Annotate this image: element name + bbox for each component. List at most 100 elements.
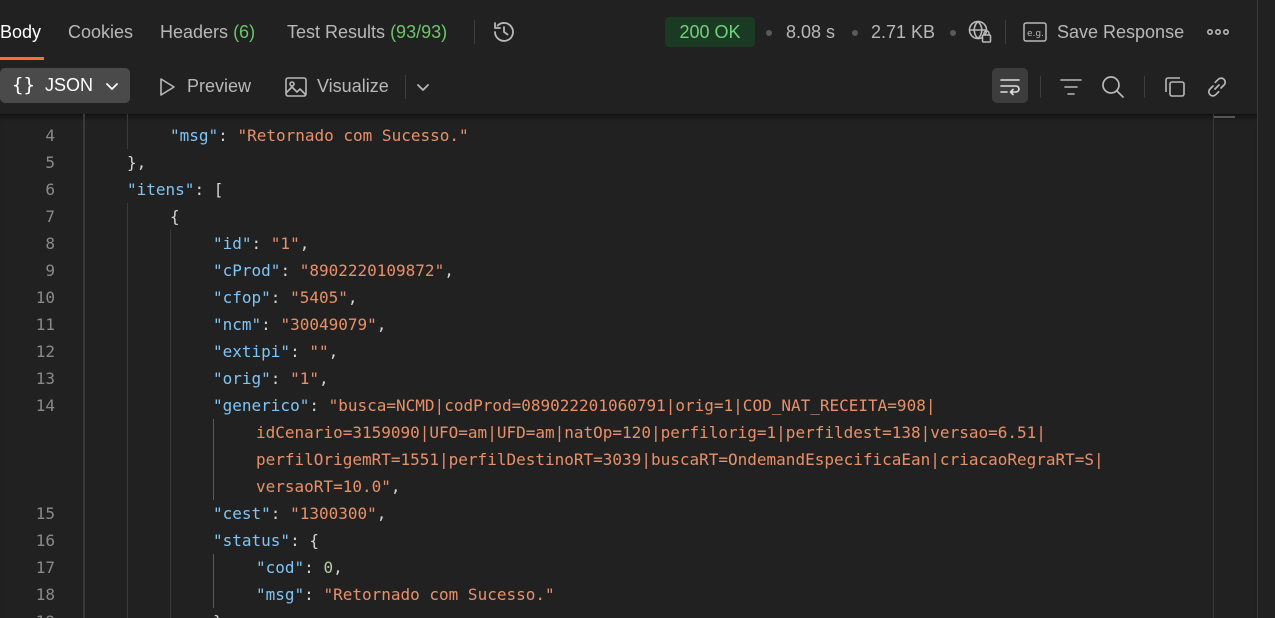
play-icon xyxy=(157,76,177,103)
scrollbar-track[interactable] xyxy=(1213,114,1214,618)
json-punctuation: : xyxy=(304,585,324,604)
preview-button[interactable]: Preview xyxy=(155,62,265,112)
line-number: 5 xyxy=(45,153,55,172)
svg-text:e.g.: e.g. xyxy=(1027,29,1044,39)
indent-guide xyxy=(84,114,85,618)
indent-guide xyxy=(127,203,128,618)
json-punctuation: : xyxy=(280,261,300,280)
line-number: 19 xyxy=(0,608,55,618)
tab-test-results-count: (93/93) xyxy=(390,22,448,42)
image-icon xyxy=(284,75,308,104)
json-punctuation: : xyxy=(309,396,329,415)
line-number: 13 xyxy=(35,369,55,388)
globe-lock-icon[interactable] xyxy=(967,19,993,50)
divider xyxy=(405,75,406,99)
preview-label: Preview xyxy=(187,76,252,96)
copy-icon[interactable] xyxy=(1162,74,1188,105)
history-icon[interactable] xyxy=(491,19,517,50)
response-time[interactable]: 8.08 s xyxy=(786,20,835,44)
json-key: "msg" xyxy=(170,126,219,145)
save-response-button[interactable]: e.g. Save Response xyxy=(1023,18,1193,46)
json-string: "" xyxy=(309,342,329,361)
code-line: }, xyxy=(213,608,232,618)
search-icon[interactable] xyxy=(1100,74,1126,105)
json-punctuation: , xyxy=(390,477,401,496)
code-line: { xyxy=(170,203,180,230)
code-line: "cod": 0, xyxy=(256,554,343,581)
code-line: "msg": "Retornado com Sucesso." xyxy=(256,581,555,608)
code-line: "orig": "1", xyxy=(213,365,329,392)
wrap-lines-button[interactable] xyxy=(992,68,1028,103)
separator-dot xyxy=(950,30,956,36)
wrap-lines-icon xyxy=(998,74,1022,103)
filter-icon[interactable] xyxy=(1058,74,1084,105)
json-key: "msg" xyxy=(256,585,305,604)
json-key: "status" xyxy=(213,531,291,550)
json-punctuation: , xyxy=(376,504,387,523)
code-line: "cfop": "5405", xyxy=(213,284,358,311)
format-label: JSON xyxy=(45,75,94,95)
code-line: "generico": "busca=NCMD|codProd=08902220… xyxy=(213,392,935,419)
more-horizontal-icon[interactable] xyxy=(1206,20,1230,49)
scrollbar-thumb[interactable] xyxy=(1214,116,1235,118)
tab-headers[interactable]: Headers (6) xyxy=(160,20,255,44)
json-punctuation: : xyxy=(290,342,310,361)
side-panel-edge xyxy=(1257,0,1275,618)
tab-body[interactable]: Body xyxy=(0,20,41,44)
json-punctuation: , xyxy=(376,315,387,334)
save-response-label: Save Response xyxy=(1057,22,1185,42)
json-key: "cfop" xyxy=(213,288,271,307)
json-string: "Retornado com Sucesso." xyxy=(237,126,469,145)
json-punctuation: : [ xyxy=(194,180,224,199)
response-tab-bar: Body Cookies Headers (6) Test Results (9… xyxy=(0,0,1257,62)
json-string: perfilOrigemRT=1551|perfilDestinoRT=3039… xyxy=(256,450,1104,469)
code-line: "itens": [ xyxy=(127,176,223,203)
json-key: "extipi" xyxy=(213,342,291,361)
tab-headers-count: (6) xyxy=(233,22,256,42)
json-punctuation: : xyxy=(270,504,291,523)
json-response-viewer[interactable]: 4 "msg": "Retornado com Sucesso." 5}, 6 "ite… xyxy=(0,114,1257,618)
json-punctuation: : xyxy=(270,369,291,388)
json-key: "cProd" xyxy=(213,261,281,280)
line-number: 10 xyxy=(35,288,55,307)
tab-cookies[interactable]: Cookies xyxy=(68,20,133,44)
code-line: "ncm": "30049079", xyxy=(213,311,386,338)
link-icon[interactable] xyxy=(1204,74,1230,105)
line-number: 15 xyxy=(35,504,55,523)
json-key: "cest" xyxy=(213,504,271,523)
indent-guide xyxy=(127,114,128,149)
json-key: "id" xyxy=(213,234,252,253)
tab-cookies-label: Cookies xyxy=(68,22,134,42)
divider xyxy=(1144,76,1145,98)
json-key: "cod" xyxy=(256,558,305,577)
response-size[interactable]: 2.71 KB xyxy=(871,20,935,44)
divider xyxy=(1005,20,1006,44)
code-line: "status": { xyxy=(213,527,319,554)
json-string: idCenario=3159090|UFO=am|UFD=am|natOp=12… xyxy=(256,423,1046,442)
visualize-label: Visualize xyxy=(317,76,389,96)
code-line: "cProd": "8902220109872", xyxy=(213,257,454,284)
code-line: versaoRT=10.0", xyxy=(256,473,401,500)
format-dropdown[interactable]: {} JSON xyxy=(0,68,130,103)
tab-test-results-label: Test Results xyxy=(287,22,386,42)
divider xyxy=(474,20,475,44)
code-line: perfilOrigemRT=1551|perfilDestinoRT=3039… xyxy=(256,446,1104,473)
code-line: "msg": "Retornado com Sucesso." xyxy=(170,122,469,149)
status-badge[interactable]: 200 OK xyxy=(665,17,755,47)
json-punctuation: , xyxy=(347,288,358,307)
code-line: }, xyxy=(127,149,146,176)
line-number: 8 xyxy=(45,234,55,253)
json-punctuation: , xyxy=(328,342,339,361)
json-string: "8902220109872" xyxy=(299,261,445,280)
chevron-down-icon[interactable] xyxy=(414,78,432,101)
tab-headers-label: Headers xyxy=(160,22,229,42)
line-number: 9 xyxy=(45,261,55,280)
visualize-button[interactable]: Visualize xyxy=(284,62,404,112)
line-number: 6 xyxy=(45,180,55,199)
json-punctuation: }, xyxy=(127,153,147,172)
separator-dot xyxy=(852,30,858,36)
json-key: "itens" xyxy=(127,180,195,199)
indent-guide xyxy=(213,419,214,500)
json-key: "ncm" xyxy=(213,315,262,334)
tab-test-results[interactable]: Test Results (93/93) xyxy=(287,20,447,44)
